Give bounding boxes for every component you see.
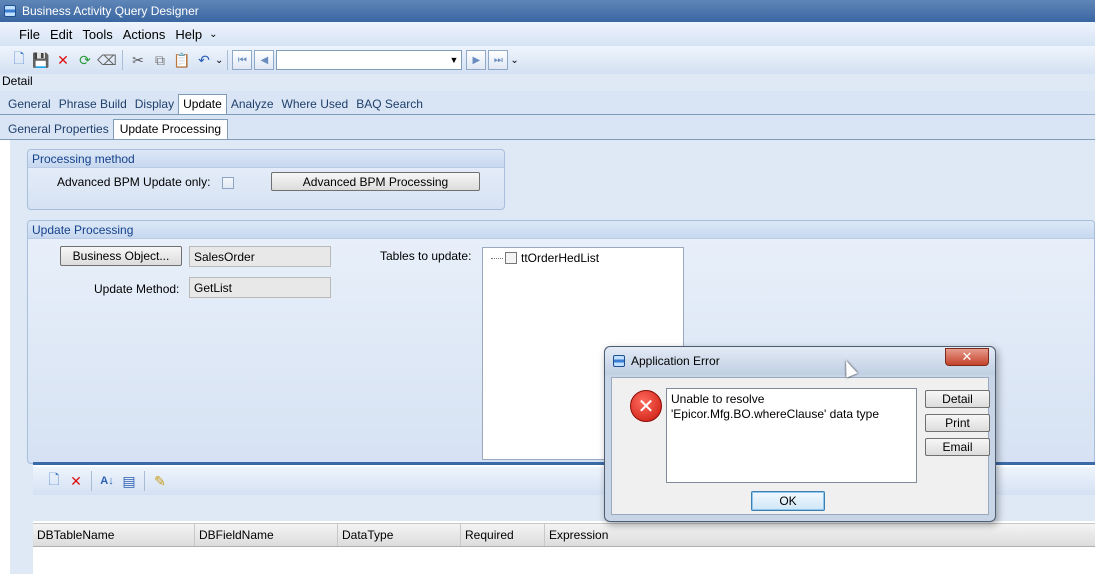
left-strip (0, 140, 10, 574)
business-object-button[interactable]: Business Object... (60, 246, 182, 266)
sort-az-icon[interactable]: A↓ (96, 470, 118, 492)
first-record-icon[interactable]: ⏮ (232, 50, 253, 70)
ok-button[interactable]: OK (751, 491, 825, 511)
menu-actions[interactable]: Actions (118, 27, 171, 42)
cut-icon[interactable]: ✂ (127, 49, 149, 71)
dialog-title-bar: Application Error (605, 347, 995, 375)
sub-tabs: General Properties Update Processing (0, 115, 1095, 140)
toolbar-separator (227, 50, 229, 70)
main-toolbar: 🗋 💾 ✕ ⟳ ⌫ ✂ ⧉ 📋 ↶ ⌄ ⏮ ◀ ▼ ▶ ⏭ ⌄ (0, 46, 1095, 74)
processing-method-title: Processing method (28, 150, 504, 168)
tab-display[interactable]: Display (131, 97, 178, 114)
application-error-dialog: Application Error ✕ ✕ Unable to resolve … (604, 346, 996, 522)
toolbar-separator (144, 471, 145, 491)
tree-item[interactable]: ttOrderHedList (491, 251, 599, 265)
advanced-bpm-label: Advanced BPM Update only: (57, 175, 211, 189)
detail-button[interactable]: Detail (925, 390, 990, 408)
dialog-body: ✕ Unable to resolve 'Epicor.Mfg.BO.where… (611, 377, 990, 515)
col-required[interactable]: Required (461, 524, 545, 546)
grid-settings-icon[interactable]: ▤ (118, 470, 140, 492)
col-expression[interactable]: Expression (545, 524, 1095, 546)
business-object-field: SalesOrder (189, 246, 331, 267)
email-button[interactable]: Email (925, 438, 990, 456)
app-icon (4, 5, 16, 17)
advanced-bpm-processing-button[interactable]: Advanced BPM Processing (271, 172, 480, 191)
tab-baq-search[interactable]: BAQ Search (352, 97, 427, 114)
last-record-icon[interactable]: ⏭ (488, 50, 509, 70)
toolbar-overflow-icon[interactable]: ⌄ (215, 55, 223, 66)
undo-icon[interactable]: ↶ (193, 49, 215, 71)
grid-edit-icon[interactable]: ✎ (149, 470, 171, 492)
error-message-line: 'Epicor.Mfg.BO.whereClause' data type (671, 407, 880, 421)
window-title: Business Activity Query Designer (22, 4, 199, 18)
menu-bar: File Edit Tools Actions Help ⌄ (0, 22, 1095, 46)
tab-general[interactable]: General (4, 97, 55, 114)
menu-help[interactable]: Help (170, 27, 207, 42)
tables-to-update-label: Tables to update: (380, 249, 472, 263)
error-message-line: Unable to resolve (671, 392, 765, 406)
tree-item-checkbox[interactable] (505, 252, 517, 264)
update-method-label: Update Method: (94, 282, 180, 296)
grid-delete-icon[interactable]: ✕ (65, 470, 87, 492)
paste-icon[interactable]: 📋 (171, 49, 193, 71)
prev-record-icon[interactable]: ◀ (254, 50, 275, 70)
col-dbfieldname[interactable]: DBFieldName (195, 524, 338, 546)
dialog-title: Application Error (631, 354, 720, 368)
tab-update[interactable]: Update (178, 94, 227, 114)
grid-new-icon[interactable]: 🗋 (43, 470, 65, 492)
detail-label: Detail (2, 74, 33, 88)
chevron-down-icon: ▼ (449, 55, 459, 65)
main-tabs: General Phrase Build Display Update Anal… (0, 91, 1095, 115)
menu-file[interactable]: File (14, 27, 45, 42)
grid-header: DBTableName DBFieldName DataType Require… (33, 523, 1095, 547)
update-method-field: GetList (189, 277, 331, 298)
dialog-app-icon (613, 355, 625, 367)
menu-edit[interactable]: Edit (45, 27, 77, 42)
toolbar-separator (91, 471, 92, 491)
clear-icon[interactable]: ⌫ (96, 49, 118, 71)
print-button[interactable]: Print (925, 414, 990, 432)
tab-analyze[interactable]: Analyze (227, 97, 278, 114)
tree-item-label: ttOrderHedList (521, 251, 600, 265)
toolbar-separator (122, 50, 123, 70)
nav-overflow-icon[interactable]: ⌄ (510, 55, 518, 66)
title-bar: Business Activity Query Designer (0, 0, 1095, 22)
menu-overflow-icon[interactable]: ⌄ (209, 29, 217, 40)
subtab-update-processing[interactable]: Update Processing (112, 119, 229, 139)
tab-phrase-build[interactable]: Phrase Build (55, 97, 131, 114)
record-nav-combo[interactable]: ▼ (276, 50, 463, 70)
refresh-icon[interactable]: ⟳ (74, 49, 96, 71)
update-processing-title: Update Processing (28, 221, 1094, 239)
col-dbtablename[interactable]: DBTableName (33, 524, 195, 546)
tab-where-used[interactable]: Where Used (278, 97, 353, 114)
error-message: Unable to resolve 'Epicor.Mfg.BO.whereCl… (666, 388, 917, 483)
delete-icon[interactable]: ✕ (52, 49, 74, 71)
tree-connector (491, 257, 503, 259)
next-record-icon[interactable]: ▶ (466, 50, 487, 70)
processing-method-group: Processing method Advanced BPM Update on… (27, 149, 505, 210)
new-icon[interactable]: 🗋 (8, 49, 30, 71)
col-datatype[interactable]: DataType (338, 524, 461, 546)
error-icon: ✕ (630, 390, 662, 422)
menu-tools[interactable]: Tools (77, 27, 117, 42)
dialog-close-button[interactable]: ✕ (945, 348, 989, 366)
copy-icon[interactable]: ⧉ (149, 49, 171, 71)
advanced-bpm-checkbox[interactable] (222, 177, 234, 189)
save-icon[interactable]: 💾 (30, 49, 52, 71)
subtab-general-properties[interactable]: General Properties (4, 122, 113, 139)
